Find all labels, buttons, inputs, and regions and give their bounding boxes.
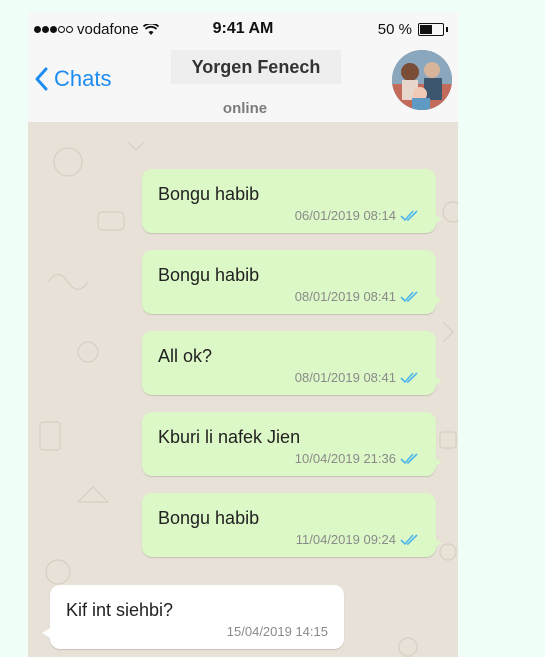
message-meta: 11/04/2019 09:24 bbox=[296, 532, 420, 547]
chat-header: Chats Yorgen Fenech online bbox=[28, 46, 458, 122]
contact-name[interactable]: Yorgen Fenech bbox=[171, 50, 341, 84]
message-timestamp: 08/01/2019 08:41 bbox=[294, 289, 396, 304]
message-timestamp: 10/04/2019 21:36 bbox=[294, 451, 396, 466]
message-bubble-outgoing[interactable]: Bongu habib 08/01/2019 08:41 bbox=[142, 250, 442, 314]
message-bubble-outgoing[interactable]: Kburi li nafek Jien 10/04/2019 21:36 bbox=[142, 412, 442, 476]
double-check-icon bbox=[400, 209, 418, 221]
message-bubble-outgoing[interactable]: Bongu habib 11/04/2019 09:24 bbox=[142, 493, 442, 557]
message-text: All ok? bbox=[158, 346, 213, 366]
back-to-chats-button[interactable]: Chats bbox=[34, 66, 111, 92]
phone-screen: vodafone 9:41 AM 50 % Chats Yorgen Fenec… bbox=[28, 12, 458, 657]
double-check-icon bbox=[400, 533, 418, 545]
message-timestamp: 06/01/2019 08:14 bbox=[294, 208, 396, 223]
message-bubble-outgoing[interactable]: Bongu habib 06/01/2019 08:14 bbox=[142, 169, 442, 233]
message-text: Kburi li nafek Jien bbox=[158, 427, 301, 447]
status-bar: vodafone 9:41 AM 50 % bbox=[28, 12, 458, 46]
message-text: Kif int siehbi? bbox=[66, 600, 174, 620]
double-check-icon bbox=[400, 452, 418, 464]
battery-percentage: 50 % bbox=[377, 21, 412, 38]
message-timestamp: 11/04/2019 09:24 bbox=[295, 532, 396, 547]
message-text: Bongu habib bbox=[158, 184, 260, 204]
back-label: Chats bbox=[54, 66, 112, 91]
message-list[interactable]: Bongu habib 06/01/2019 08:14 Bongu habib… bbox=[28, 122, 458, 657]
presence-status: online bbox=[222, 100, 268, 117]
message-meta: 06/01/2019 08:14 bbox=[295, 208, 420, 223]
double-check-icon bbox=[400, 290, 418, 302]
message-bubble-outgoing[interactable]: All ok? 08/01/2019 08:41 bbox=[142, 331, 442, 395]
message-meta: 15/04/2019 14:15 bbox=[227, 624, 328, 639]
avatar[interactable] bbox=[392, 50, 452, 110]
message-meta: 08/01/2019 08:41 bbox=[295, 370, 420, 385]
message-text: Bongu habib bbox=[158, 508, 260, 528]
double-check-icon bbox=[400, 371, 418, 383]
message-timestamp: 08/01/2019 08:41 bbox=[294, 370, 396, 385]
message-timestamp: 15/04/2019 14:15 bbox=[226, 624, 328, 639]
message-text: Bongu habib bbox=[158, 265, 260, 285]
message-meta: 08/01/2019 08:41 bbox=[295, 289, 420, 304]
back-chevron-icon bbox=[35, 67, 48, 91]
message-bubble-incoming[interactable]: Kif int siehbi? 15/04/2019 14:15 bbox=[42, 585, 344, 649]
battery-indicator: 50 % bbox=[378, 21, 448, 38]
battery-icon bbox=[418, 23, 444, 36]
message-meta: 10/04/2019 21:36 bbox=[295, 451, 420, 466]
